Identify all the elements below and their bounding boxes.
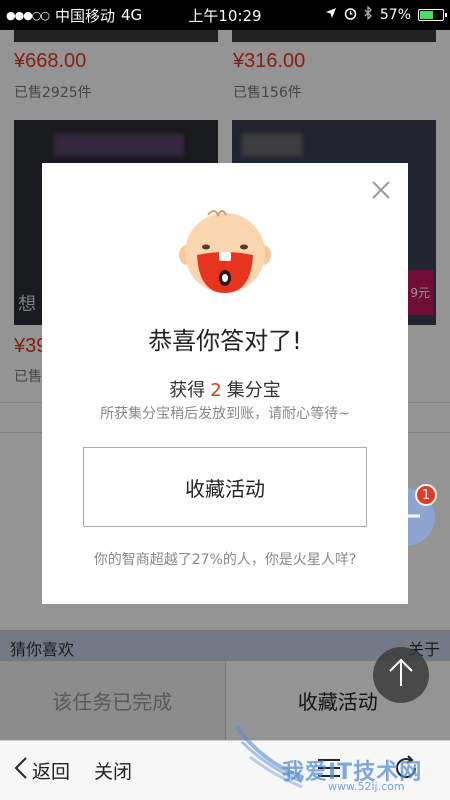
signal-strength: ●●●○○ xyxy=(6,8,50,22)
menu-icon[interactable] xyxy=(316,757,342,783)
back-button[interactable]: 返回 xyxy=(14,756,70,785)
alarm-icon xyxy=(344,7,357,24)
back-label: 返回 xyxy=(32,761,71,783)
mascot-icon xyxy=(178,203,272,297)
notification-badge: 1 xyxy=(415,484,437,506)
reward-prefix: 获得 xyxy=(169,380,206,401)
success-dialog: 恭喜你答对了! 获得 2 集分宝 所获集分宝稍后发放到账，请耐心等待~ 收藏活动 你… xyxy=(42,163,408,604)
battery-fill xyxy=(420,11,433,19)
bluetooth-icon xyxy=(364,5,373,24)
back-to-top-button[interactable] xyxy=(373,647,429,703)
reward-note: 所获集分宝稍后发放到账，请耐心等待~ xyxy=(100,406,350,422)
favorite-activity-dialog-button[interactable]: 收藏活动 xyxy=(83,447,367,527)
carrier: 中国移动 xyxy=(55,6,116,25)
reward-suffix: 集分宝 xyxy=(226,380,281,401)
arrow-up-icon xyxy=(388,658,414,692)
bottom-nav: 返回 关闭 xyxy=(0,740,450,800)
close-page-button[interactable]: 关闭 xyxy=(94,757,132,784)
clock: 上午10:29 xyxy=(188,6,262,25)
reward-line: 获得 2 集分宝 xyxy=(42,376,408,402)
close-icon xyxy=(368,181,394,207)
location-icon xyxy=(325,7,337,23)
status-bar: ●●●○○ 中国移动 4G 上午10:29 57% xyxy=(0,0,450,30)
close-button[interactable] xyxy=(368,177,394,203)
back-chevron-icon xyxy=(14,756,28,785)
network-type: 4G xyxy=(121,6,143,24)
reward-count: 2 xyxy=(210,380,222,401)
battery-icon xyxy=(418,9,447,21)
battery-percent: 57% xyxy=(379,7,411,23)
refresh-icon[interactable] xyxy=(392,754,420,786)
dialog-title: 恭喜你答对了! xyxy=(148,327,302,355)
iq-note: 你的智商超越了27%的人，你是火星人咩? xyxy=(93,552,357,568)
